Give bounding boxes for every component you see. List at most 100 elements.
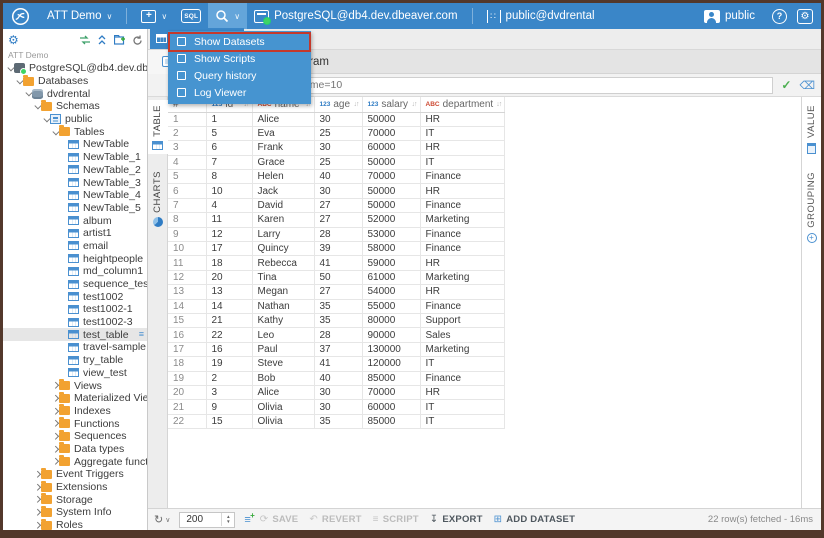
tree-item[interactable]: Data types xyxy=(3,443,147,456)
data-cell[interactable]: Megan xyxy=(252,285,314,299)
data-cell[interactable]: 60000 xyxy=(362,400,420,414)
row-number-cell[interactable]: 9 xyxy=(168,227,206,241)
tree-item[interactable]: Schemas xyxy=(3,100,147,113)
data-cell[interactable]: 27 xyxy=(314,285,362,299)
tree-item[interactable]: travel-sample xyxy=(3,341,147,354)
data-cell[interactable]: 30 xyxy=(314,184,362,198)
data-cell[interactable]: 27 xyxy=(314,213,362,227)
tree-item[interactable]: public xyxy=(3,113,147,126)
row-number-cell[interactable]: 1 xyxy=(168,112,206,126)
data-cell[interactable]: 70000 xyxy=(362,126,420,140)
data-cell[interactable]: 37 xyxy=(314,342,362,356)
tree-item[interactable]: Sequences xyxy=(3,430,147,443)
data-cell[interactable]: 30 xyxy=(314,141,362,155)
data-cell[interactable]: Nathan xyxy=(252,299,314,313)
tree-item[interactable]: Databases xyxy=(3,75,147,88)
data-cell[interactable]: 2 xyxy=(206,371,252,385)
data-cell[interactable]: 30 xyxy=(314,400,362,414)
data-cell[interactable]: Quincy xyxy=(252,242,314,256)
data-cell[interactable]: 61000 xyxy=(362,270,420,284)
data-cell[interactable]: 50000 xyxy=(362,155,420,169)
presentation-tab-charts[interactable]: CHARTS xyxy=(148,166,168,231)
row-number-cell[interactable]: 12 xyxy=(168,270,206,284)
data-cell[interactable]: Eva xyxy=(252,126,314,140)
page-size-spinner[interactable]: 200 ▲▼ xyxy=(179,512,235,528)
tree-item[interactable]: dvdrental xyxy=(3,87,147,100)
export-button[interactable]: ↧EXPORT xyxy=(430,514,483,525)
data-cell[interactable]: 59000 xyxy=(362,256,420,270)
data-cell[interactable]: Marketing xyxy=(420,213,505,227)
data-cell[interactable]: IT xyxy=(420,126,505,140)
tree-item[interactable]: test1002-1 xyxy=(3,303,147,316)
data-cell[interactable]: Kathy xyxy=(252,313,314,327)
data-cell[interactable]: 58000 xyxy=(362,242,420,256)
data-cell[interactable]: 30 xyxy=(314,385,362,399)
data-cell[interactable]: HR xyxy=(420,141,505,155)
workspace-switcher[interactable]: ATT Demo ∨ xyxy=(40,3,119,29)
row-number-cell[interactable]: 22 xyxy=(168,414,206,428)
tree-item[interactable]: NewTable_4 xyxy=(3,189,147,202)
data-cell[interactable]: 30 xyxy=(314,112,362,126)
data-cell[interactable]: HR xyxy=(420,385,505,399)
data-cell[interactable]: 50000 xyxy=(362,198,420,212)
row-number-cell[interactable]: 16 xyxy=(168,328,206,342)
data-cell[interactable]: 35 xyxy=(314,313,362,327)
tree-item[interactable]: Tables xyxy=(3,125,147,138)
data-cell[interactable]: 54000 xyxy=(362,285,420,299)
row-number-cell[interactable]: 8 xyxy=(168,213,206,227)
menu-item-query-history[interactable]: Query history xyxy=(168,67,311,84)
menu-item-show-datasets[interactable]: Show Datasets xyxy=(168,33,311,50)
tree-expand-icon[interactable] xyxy=(51,409,59,414)
row-number-cell[interactable]: 13 xyxy=(168,285,206,299)
data-cell[interactable]: 27 xyxy=(314,198,362,212)
data-cell[interactable]: Jack xyxy=(252,184,314,198)
refresh-icon[interactable] xyxy=(132,35,143,46)
data-cell[interactable]: 4 xyxy=(206,198,252,212)
data-cell[interactable]: IT xyxy=(420,357,505,371)
data-cell[interactable]: Marketing xyxy=(420,342,505,356)
tree-item[interactable]: md_column1 xyxy=(3,265,147,278)
sort-icon[interactable]: ↓↑ xyxy=(354,101,359,108)
tree-item[interactable]: album xyxy=(3,214,147,227)
tree-expand-icon[interactable] xyxy=(51,421,59,426)
row-number-cell[interactable]: 21 xyxy=(168,400,206,414)
panel-tab-value[interactable]: VALUE xyxy=(806,105,817,154)
tree-item[interactable]: Materialized Views xyxy=(3,392,147,405)
schema-selector[interactable]: ∷ public@dvdrental xyxy=(480,3,602,29)
add-dataset-button[interactable]: ⊞ADD DATASET xyxy=(494,514,575,525)
tree-item[interactable]: Event Triggers xyxy=(3,468,147,481)
data-cell[interactable]: 18 xyxy=(206,256,252,270)
tree-item[interactable]: Functions xyxy=(3,417,147,430)
data-cell[interactable]: 120000 xyxy=(362,357,420,371)
data-cell[interactable]: 60000 xyxy=(362,141,420,155)
data-cell[interactable]: Sales xyxy=(420,328,505,342)
checkbox-icon[interactable] xyxy=(177,88,186,97)
data-cell[interactable]: 39 xyxy=(314,242,362,256)
tree-item[interactable]: heightpeople xyxy=(3,252,147,265)
data-cell[interactable]: IT xyxy=(420,155,505,169)
data-cell[interactable]: 35 xyxy=(314,299,362,313)
tree-item[interactable]: NewTable_2 xyxy=(3,164,147,177)
data-cell[interactable]: HR xyxy=(420,112,505,126)
data-cell[interactable]: 25 xyxy=(314,155,362,169)
data-cell[interactable]: 6 xyxy=(206,141,252,155)
tree-item[interactable]: NewTable_1 xyxy=(3,151,147,164)
data-cell[interactable]: Steve xyxy=(252,357,314,371)
row-number-cell[interactable]: 4 xyxy=(168,155,206,169)
data-cell[interactable]: 50000 xyxy=(362,112,420,126)
sync-connection-icon[interactable] xyxy=(79,35,91,45)
data-cell[interactable]: Finance xyxy=(420,242,505,256)
new-sql-editor-button[interactable]: SQL xyxy=(174,3,208,29)
tree-item[interactable]: Extensions xyxy=(3,481,147,494)
data-cell[interactable]: 25 xyxy=(314,126,362,140)
sort-icon[interactable]: ↓↑ xyxy=(412,101,417,108)
row-number-cell[interactable]: 20 xyxy=(168,385,206,399)
sort-icon[interactable]: ↓↑ xyxy=(496,101,501,108)
presentation-tab-table[interactable]: TABLE xyxy=(148,100,168,154)
tree-expand-icon[interactable] xyxy=(51,447,59,452)
data-cell[interactable]: HR xyxy=(420,184,505,198)
data-cell[interactable]: 85000 xyxy=(362,371,420,385)
tree-item[interactable]: Roles xyxy=(3,519,147,530)
data-cell[interactable]: Paul xyxy=(252,342,314,356)
checkbox-icon[interactable] xyxy=(177,37,186,46)
